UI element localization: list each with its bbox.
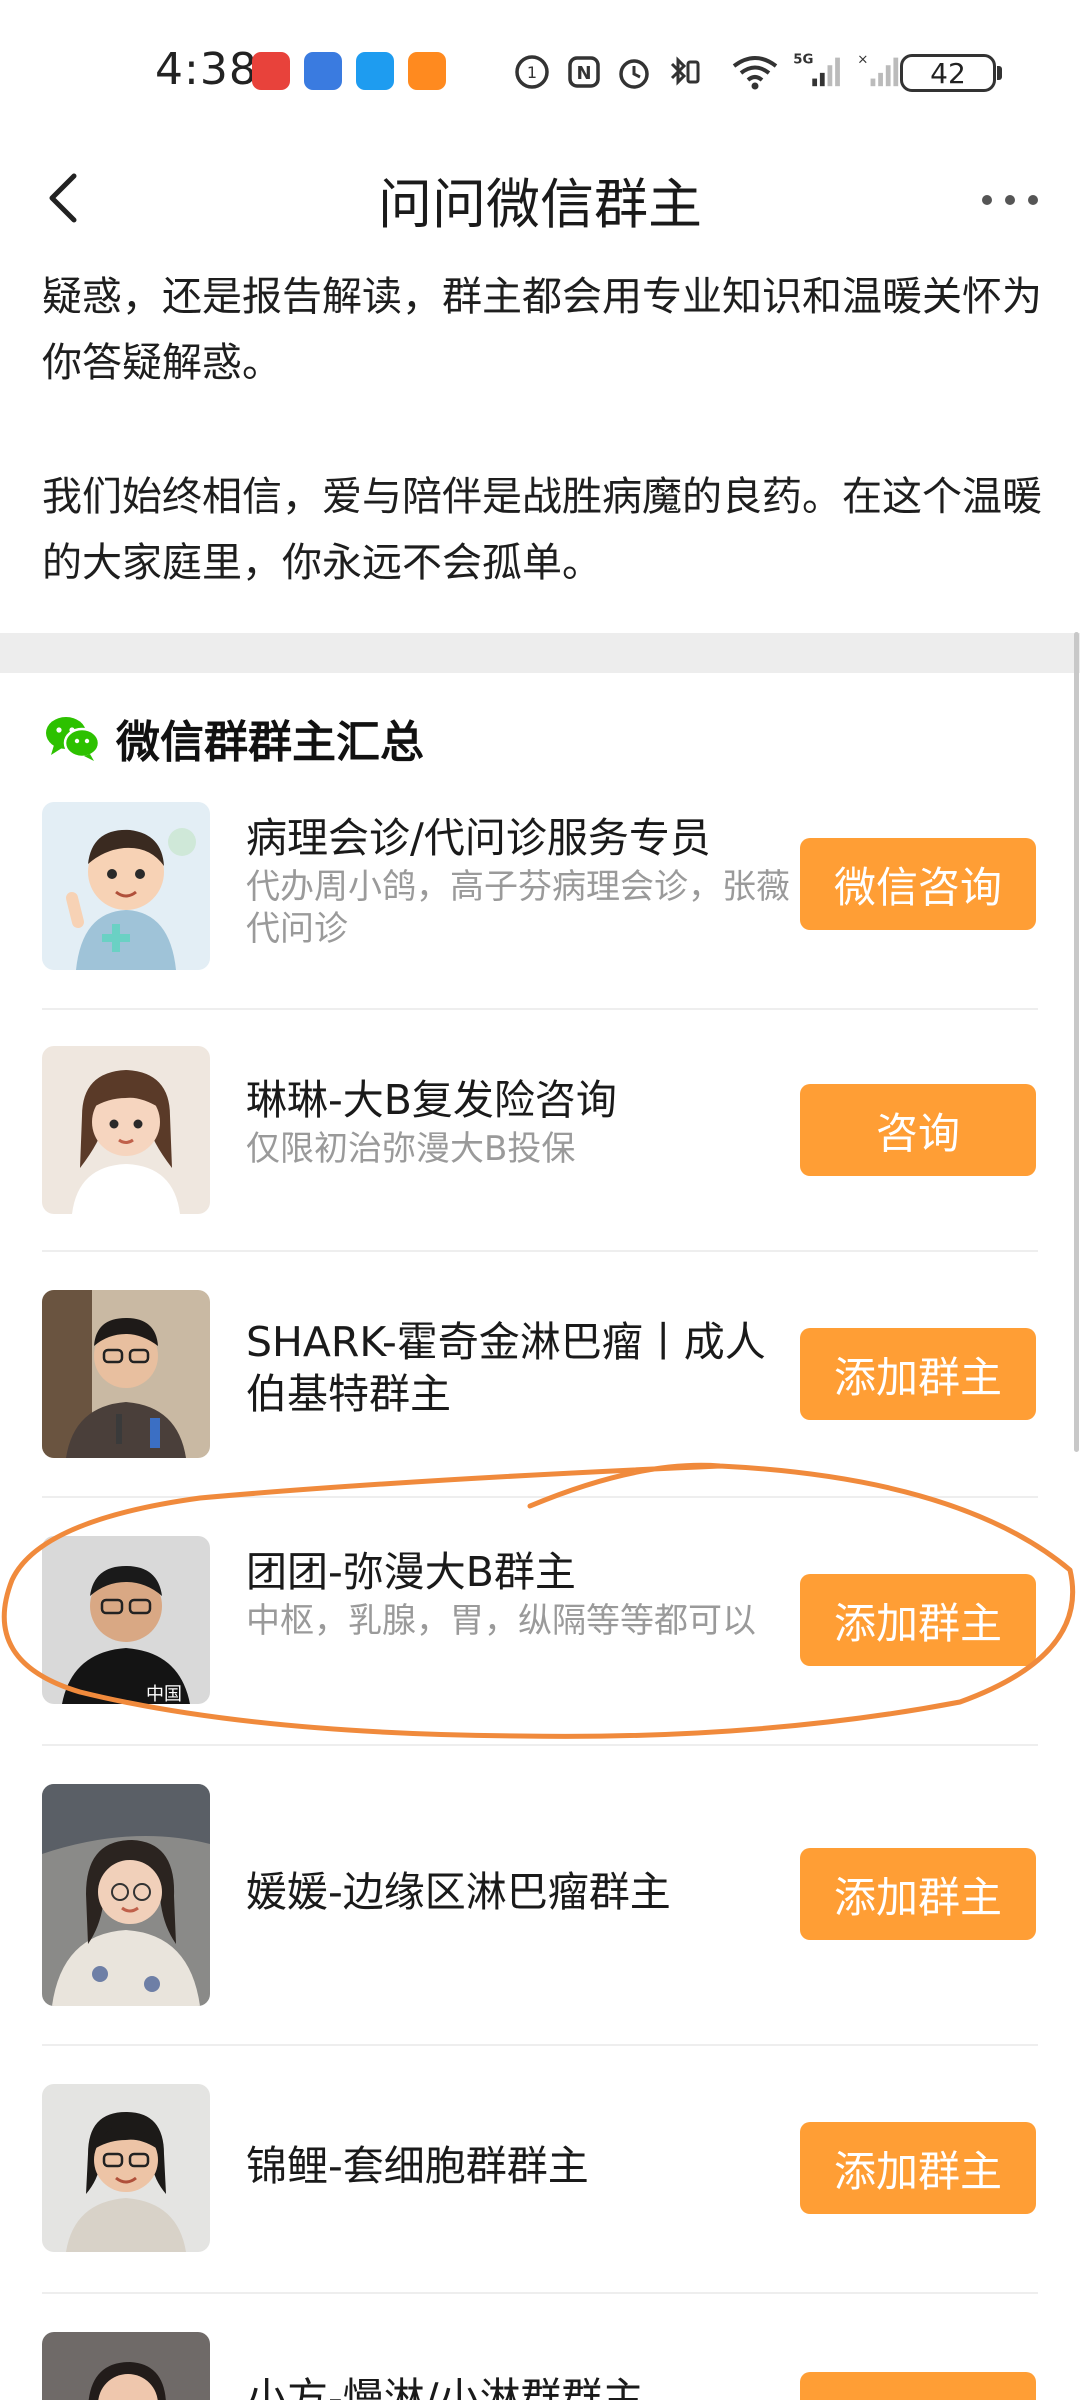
status-bar: 4:38 1 N 5G × 42 xyxy=(0,0,1080,140)
more-options-icon[interactable] xyxy=(975,180,1045,220)
avatar xyxy=(42,1046,210,1214)
divider xyxy=(42,1250,1038,1252)
scrollbar[interactable] xyxy=(1074,632,1079,1452)
add-group-owner-button[interactable]: 添加群主 xyxy=(800,1328,1036,1420)
list-item-info: 琳琳-大B复发险咨询 仅限初治弥漫大B投保 xyxy=(246,1074,806,1170)
list-item-desc: 代办周小鸽，高子芬病理会诊，张薇代问诊 xyxy=(246,867,790,949)
wifi-icon xyxy=(732,56,778,90)
section-title: 微信群群主汇总 xyxy=(116,717,424,768)
battery-level: 42 xyxy=(930,56,966,90)
list-item-name: 病理会诊/代问诊服务专员 xyxy=(246,814,711,862)
list-item-name: 锦鲤-套细胞群群主 xyxy=(246,2142,589,2190)
list-item-info: SHARK-霍奇金淋巴瘤丨成人伯基特群主 xyxy=(246,1316,806,1420)
list-item-name: 琳琳-大B复发险咨询 xyxy=(246,1076,617,1124)
add-group-owner-button[interactable]: 添加群主 xyxy=(800,1848,1036,1940)
list-item-desc: 仅限初治弥漫大B投保 xyxy=(246,1129,576,1169)
list-item-name: SHARK-霍奇金淋巴瘤丨成人伯基特群主 xyxy=(246,1318,766,1418)
avatar: 中国 xyxy=(42,1536,210,1704)
video-app-icon xyxy=(408,52,446,90)
list-item-info: 媛媛-边缘区淋巴瘤群主 xyxy=(246,1866,806,1918)
avatar xyxy=(42,1784,210,2006)
avatar xyxy=(42,802,210,970)
list-item[interactable]: 中国 团团-弥漫大B群主 中枢，乳腺，胃，纵隔等等都可以 添加群主 xyxy=(42,1536,1038,1746)
message-app-icon xyxy=(356,52,394,90)
list-item[interactable]: 锦鲤-套细胞群群主 添加群主 xyxy=(42,2084,1038,2294)
divider xyxy=(42,2292,1038,2294)
list-item-desc: 中枢，乳腺，胃，纵隔等等都可以 xyxy=(246,1601,756,1641)
list-item[interactable]: SHARK-霍奇金淋巴瘤丨成人伯基特群主 添加群主 xyxy=(42,1290,1038,1498)
data-saver-icon: 1 xyxy=(515,55,549,89)
list-item-info: 团团-弥漫大B群主 中枢，乳腺，胃，纵隔等等都可以 xyxy=(246,1546,806,1642)
stock-app-icon xyxy=(304,52,342,90)
svg-text:中国: 中国 xyxy=(146,1684,182,1704)
consult-button[interactable]: 咨询 xyxy=(800,1084,1036,1176)
avatar xyxy=(42,1290,210,1458)
list-item[interactable]: 病理会诊/代问诊服务专员 代办周小鸽，高子芬病理会诊，张薇代问诊 微信咨询 xyxy=(42,802,1038,1010)
section-header: 微信群群主汇总 xyxy=(44,708,424,768)
add-group-owner-button[interactable]: 添加群主 xyxy=(800,2122,1036,2214)
list-item-info: 小方-慢淋/小淋群群主 xyxy=(246,2372,806,2400)
intro-paragraph: 疑惑，还是报告解读，群主都会用专业知识和温暖关怀为你答疑解惑。 xyxy=(42,274,1042,386)
app-notification-icon xyxy=(252,52,290,90)
svg-text:1: 1 xyxy=(527,63,537,82)
status-time: 4:38 xyxy=(155,44,258,95)
add-group-owner-button[interactable]: 添加群主 xyxy=(800,1574,1036,1666)
svg-text:×: × xyxy=(857,52,868,67)
divider xyxy=(42,1496,1038,1498)
list-item[interactable]: 媛媛-边缘区淋巴瘤群主 添加群主 xyxy=(42,1784,1038,2048)
divider xyxy=(42,1008,1038,1010)
avatar xyxy=(42,2084,210,2252)
battery-indicator: 42 xyxy=(900,54,1002,92)
divider xyxy=(42,2044,1038,2046)
list-item[interactable]: 小方-慢淋/小淋群群主 添加群主 xyxy=(42,2332,1038,2400)
wechat-consult-button[interactable]: 微信咨询 xyxy=(800,838,1036,930)
nfc-icon: N xyxy=(568,56,600,88)
add-group-owner-button[interactable]: 添加群主 xyxy=(800,2372,1036,2400)
divider xyxy=(42,1744,1038,1746)
list-item-name: 小方-慢淋/小淋群群主 xyxy=(246,2374,644,2400)
signal-5g-icon: 5G xyxy=(793,52,840,87)
bluetooth-vibrate-icon xyxy=(670,56,700,86)
list-item-name: 媛媛-边缘区淋巴瘤群主 xyxy=(246,1868,671,1916)
wechat-icon xyxy=(46,717,101,761)
avatar xyxy=(42,2332,210,2400)
list-item-name: 团团-弥漫大B群主 xyxy=(246,1548,576,1596)
section-divider xyxy=(0,633,1080,673)
list-item[interactable]: 琳琳-大B复发险咨询 仅限初治弥漫大B投保 咨询 xyxy=(42,1046,1038,1254)
alarm-icon xyxy=(619,59,649,89)
svg-text:N: N xyxy=(576,63,591,84)
svg-text:5G: 5G xyxy=(793,52,813,67)
page-title: 问问微信群主 xyxy=(378,173,702,236)
list-item-info: 锦鲤-套细胞群群主 xyxy=(246,2140,806,2192)
intro-paragraph: 我们始终相信，爱与陪伴是战胜病魔的良药。在这个温暖的大家庭里，你永远不会孤单。 xyxy=(42,474,1042,586)
list-item-info: 病理会诊/代问诊服务专员 代办周小鸽，高子芬病理会诊，张薇代问诊 xyxy=(246,812,806,950)
